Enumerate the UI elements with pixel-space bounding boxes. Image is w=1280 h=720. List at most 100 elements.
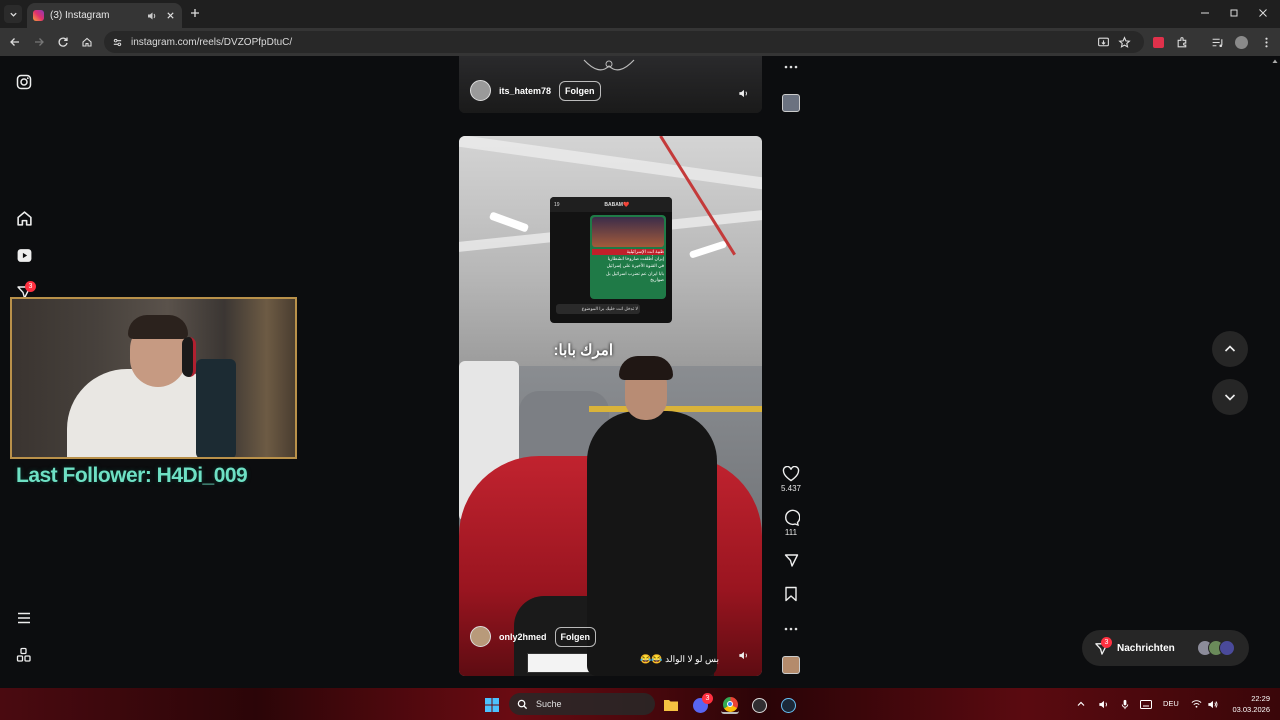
taskbar-search[interactable]: Suche xyxy=(509,693,655,715)
chat-line: ظبية انت الإسرائيلية xyxy=(592,249,664,255)
restore-icon xyxy=(1230,9,1238,17)
puzzle-icon xyxy=(1177,36,1186,47)
back-button[interactable] xyxy=(7,34,23,50)
vertical-dots-icon xyxy=(1264,37,1268,47)
keyboard-icon xyxy=(1140,699,1152,709)
follow-button[interactable]: Folgen xyxy=(554,626,597,647)
username[interactable]: only2hmed xyxy=(499,632,547,642)
volume-tray-icon[interactable] xyxy=(1097,698,1109,710)
share-button[interactable] xyxy=(780,552,802,568)
reload-button[interactable] xyxy=(55,34,71,50)
messages-badge: 3 xyxy=(1101,636,1112,648)
like-button[interactable]: 5.437 xyxy=(780,466,802,493)
instagram-favicon xyxy=(33,10,44,21)
bookmark-icon xyxy=(785,586,797,602)
language-indicator[interactable]: DEU xyxy=(1163,699,1179,708)
install-app-button[interactable] xyxy=(1095,34,1111,50)
speaker-icon xyxy=(1207,700,1217,708)
comment-button[interactable]: 111 xyxy=(780,509,802,537)
home-button[interactable] xyxy=(79,34,95,50)
chrome-button[interactable] xyxy=(721,696,739,714)
avatar[interactable] xyxy=(470,626,491,647)
reel-overlay-text: امرك بابا: xyxy=(553,342,614,359)
browser-menu-button[interactable] xyxy=(1258,34,1274,50)
clock-time: 22:29 xyxy=(1251,694,1270,703)
speaker-icon xyxy=(1098,700,1107,708)
minimize-button[interactable] xyxy=(1198,6,1212,20)
bookmark-star-button[interactable] xyxy=(1116,34,1132,50)
username[interactable]: its_hatem78 xyxy=(499,86,551,96)
reel-previous[interactable]: its_hatem78 Folgen xyxy=(459,56,762,113)
microphone-tray-icon[interactable] xyxy=(1119,698,1131,710)
chat-image xyxy=(592,217,664,247)
site-info-icon[interactable] xyxy=(112,37,123,48)
messages-button[interactable]: 3 Nachrichten xyxy=(1082,630,1249,666)
close-window-button[interactable] xyxy=(1256,6,1270,20)
steam-icon xyxy=(780,697,796,713)
nav-reels[interactable] xyxy=(14,245,34,265)
keyboard-tray-icon[interactable] xyxy=(1140,698,1152,710)
sound-tray-icon[interactable] xyxy=(1206,698,1218,710)
microphone-icon xyxy=(1121,699,1129,709)
reel-main[interactable]: 19 BABAM❤️ ظبية انت الإسرائيلية إيران أط… xyxy=(459,136,762,676)
reels-icon xyxy=(17,248,31,262)
forward-button[interactable] xyxy=(31,34,47,50)
streamer-hair xyxy=(128,315,188,339)
send-icon xyxy=(784,554,798,567)
close-tab-icon[interactable] xyxy=(164,10,176,22)
arrow-left-icon xyxy=(10,38,19,46)
star-icon xyxy=(1117,35,1131,48)
nav-home[interactable] xyxy=(14,208,34,228)
previous-reel-button[interactable] xyxy=(1212,331,1248,367)
last-follower-label: Last Follower: H4Di_009 xyxy=(16,464,248,487)
chat-line: بابا ايران عم تضرب اسرائيل بل صواريخ xyxy=(605,271,664,282)
comment-icon xyxy=(785,509,800,526)
system-clock[interactable]: 22:29 03.03.2026 xyxy=(1224,693,1270,715)
chat-contact-name: BABAM❤️ xyxy=(604,201,630,208)
show-hidden-icons-button[interactable] xyxy=(1075,698,1087,710)
audio-thumbnail[interactable] xyxy=(782,94,800,112)
ornament-graphic xyxy=(583,59,635,71)
obs-button[interactable] xyxy=(750,696,768,714)
nav-also-from-meta[interactable] xyxy=(14,645,34,665)
file-explorer-button[interactable] xyxy=(662,696,680,714)
audio-thumbnail[interactable] xyxy=(782,656,800,674)
speaker-icon[interactable] xyxy=(146,10,158,22)
wifi-tray-icon[interactable] xyxy=(1190,698,1202,710)
reel-previous-more-button[interactable] xyxy=(782,60,800,74)
more-options-button[interactable] xyxy=(780,622,802,636)
chat-line: إيران أطلقت صاروخا انشطاريا xyxy=(607,256,664,261)
instagram-logo[interactable] xyxy=(14,72,34,92)
tab-instagram[interactable]: (3) Instagram xyxy=(27,3,182,28)
like-count: 5.437 xyxy=(780,484,802,493)
wifi-icon xyxy=(1191,700,1201,708)
start-button[interactable] xyxy=(483,696,501,714)
extensions-button[interactable] xyxy=(1174,34,1190,50)
tab-list-button[interactable] xyxy=(4,5,22,23)
steam-button[interactable] xyxy=(779,696,797,714)
comment-count: 111 xyxy=(784,528,798,537)
address-bar[interactable]: instagram.com/reels/DVZOPfpDtuC/ xyxy=(104,31,1144,53)
windows-icon xyxy=(485,698,499,712)
avatar xyxy=(1218,640,1235,656)
new-tab-button[interactable] xyxy=(188,6,202,20)
follow-button[interactable]: Folgen xyxy=(559,80,601,101)
mute-button[interactable] xyxy=(736,648,750,662)
install-icon xyxy=(1097,37,1109,46)
plus-icon xyxy=(191,9,199,17)
mute-button[interactable] xyxy=(736,86,750,100)
page-scrollbar[interactable] xyxy=(1272,58,1278,688)
media-controls-button[interactable] xyxy=(1209,34,1225,50)
extension-red-button[interactable] xyxy=(1150,34,1166,50)
save-button[interactable] xyxy=(780,586,802,602)
nav-more[interactable] xyxy=(14,608,34,628)
avatar[interactable] xyxy=(470,80,491,101)
restore-button[interactable] xyxy=(1227,6,1241,20)
message-avatars xyxy=(1196,640,1235,656)
messages-icon-wrap: 3 xyxy=(1094,636,1112,656)
discord-button[interactable]: 3 xyxy=(691,693,713,714)
notification-badge: 3 xyxy=(25,281,36,292)
chevron-up-icon xyxy=(1224,345,1236,352)
next-reel-button[interactable] xyxy=(1212,379,1248,415)
profile-button[interactable] xyxy=(1233,34,1249,50)
